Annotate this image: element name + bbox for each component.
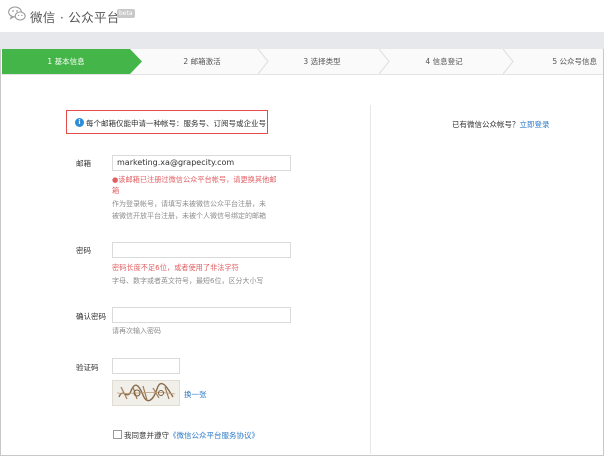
- password-tip: 字母、数字或者英文符号，最短6位，区分大小写: [112, 277, 264, 285]
- step-label: 3 选择类型: [303, 57, 341, 66]
- beta-badge: beta: [117, 9, 135, 18]
- password-label: 密码: [76, 246, 91, 255]
- step-label: 2 邮箱激活: [183, 57, 221, 66]
- captcha-graphic: [116, 382, 176, 402]
- login-prompt: 已有微信公众帐号？立即登录: [452, 119, 550, 130]
- wechat-logo-icon: [8, 6, 26, 21]
- agreement-link[interactable]: 《微信公众平台服务协议》: [169, 431, 259, 440]
- captcha-label: 验证码: [76, 363, 99, 372]
- step-label: 1 基本信息: [47, 57, 85, 66]
- email-error-line1: ●该邮箱已注册过微信公众平台帐号，请更换其他邮: [112, 175, 277, 184]
- step-basic-info: 1 基本信息: [2, 49, 130, 74]
- refresh-captcha-link[interactable]: 换一张: [184, 389, 207, 400]
- brand-title: 微信 · 公众平台: [30, 10, 120, 25]
- agreement-text: 我同意并遵守《微信公众平台服务协议》: [124, 430, 259, 441]
- column-divider: [370, 105, 371, 454]
- step-arrow-icon: [130, 49, 142, 74]
- step-label: 4 信息登记: [425, 57, 463, 66]
- confirm-password-label: 确认密码: [76, 312, 106, 321]
- captcha-field[interactable]: [112, 358, 180, 374]
- confirm-password-tip: 请再次输入密码: [112, 327, 161, 335]
- top-bar: 微信 · 公众平台 beta: [0, 0, 604, 32]
- info-icon: i: [75, 118, 84, 127]
- step-label: 5 公众号信息: [552, 57, 597, 66]
- email-error-line2: 箱: [112, 186, 120, 195]
- email-tip-line1: 作为登录帐号，请填写未被微信公众平台注册，未: [112, 200, 266, 208]
- notice-box: i 每个邮箱仅能申请一种帐号：服务号、订阅号或企业号: [66, 110, 268, 134]
- email-tip-line2: 被微信开放平台注册，未被个人微信号绑定的邮箱: [112, 212, 266, 220]
- header-band: [0, 32, 604, 49]
- password-error: 密码长度不足6位，或者使用了非法字符: [112, 263, 239, 272]
- password-field[interactable]: [112, 242, 291, 258]
- notice-text: 每个邮箱仅能申请一种帐号：服务号、订阅号或企业号: [86, 119, 266, 128]
- agreement-checkbox[interactable]: [113, 430, 122, 439]
- step-progress: 1 基本信息 2 邮箱激活 3 选择类型 4 信息登记 5 公众号信息: [2, 49, 603, 75]
- login-prompt-text: 已有微信公众帐号？: [452, 120, 520, 129]
- step-info-registration: 4 信息登记: [386, 49, 502, 74]
- step-email-activation: 2 邮箱激活: [144, 49, 260, 74]
- email-label: 邮箱: [76, 159, 91, 168]
- step-select-type: 3 选择类型: [264, 49, 380, 74]
- login-link[interactable]: 立即登录: [520, 120, 550, 129]
- confirm-password-field[interactable]: [112, 307, 291, 323]
- email-field[interactable]: marketing.xa@grapecity.com: [112, 155, 291, 171]
- agreement-prefix: 我同意并遵守: [124, 431, 169, 440]
- captcha-image[interactable]: [112, 380, 180, 406]
- step-account-info: 5 公众号信息: [508, 49, 603, 74]
